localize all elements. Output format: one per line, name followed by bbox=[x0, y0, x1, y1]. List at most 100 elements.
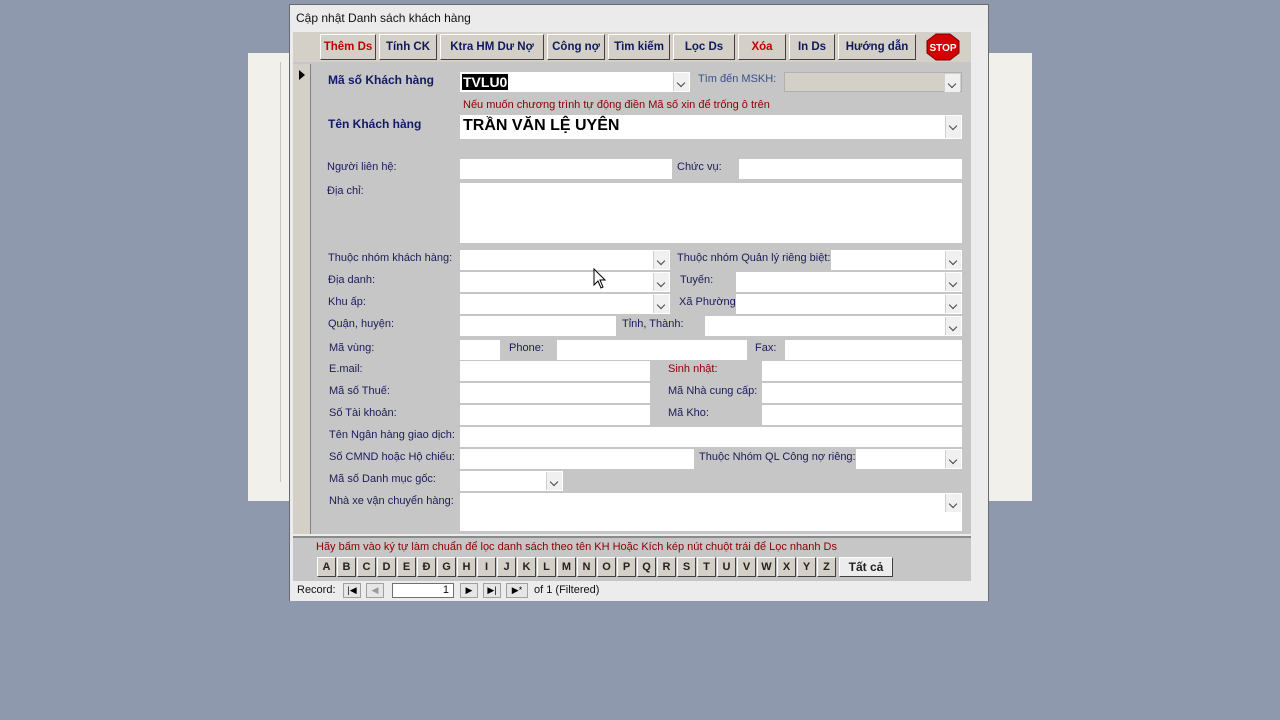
in-ds-button[interactable]: In Ds bbox=[789, 34, 835, 60]
dia-danh-combo[interactable] bbox=[460, 272, 670, 292]
chevron-down-icon[interactable] bbox=[653, 251, 669, 269]
record-label: Record: bbox=[297, 584, 336, 596]
them-ds-button[interactable]: Thêm Ds bbox=[320, 34, 376, 60]
letter-button-u[interactable]: U bbox=[717, 557, 736, 577]
letter-button-i[interactable]: I bbox=[477, 557, 496, 577]
ma-dm-goc-label: Mã số Danh mục gốc: bbox=[329, 473, 436, 485]
ten-kh-value: TRẦN VĂN LỆ UYÊN bbox=[463, 117, 620, 134]
chevron-down-icon[interactable] bbox=[546, 472, 562, 490]
letter-button-r[interactable]: R bbox=[657, 557, 676, 577]
letter-button-v[interactable]: V bbox=[737, 557, 756, 577]
khu-ap-label: Khu ấp: bbox=[328, 296, 366, 308]
letter-button-e[interactable]: E bbox=[397, 557, 416, 577]
letter-button-g[interactable]: G bbox=[437, 557, 456, 577]
nhom-cong-no-label: Thuộc Nhóm QL Công nợ riêng: bbox=[699, 451, 856, 463]
ten-kh-label: Tên Khách hàng bbox=[328, 117, 422, 131]
tinh-ck-button[interactable]: Tính CK bbox=[379, 34, 437, 60]
fax-label: Fax: bbox=[755, 342, 777, 354]
dia-danh-label: Địa danh: bbox=[328, 274, 376, 286]
chevron-down-icon[interactable] bbox=[673, 73, 689, 91]
letter-button-k[interactable]: K bbox=[517, 557, 536, 577]
letter-button-t[interactable]: T bbox=[697, 557, 716, 577]
ten-kh-combo[interactable]: TRẦN VĂN LỆ UYÊN bbox=[460, 115, 962, 139]
letter-button-a[interactable]: A bbox=[317, 557, 336, 577]
letter-button-c[interactable]: C bbox=[357, 557, 376, 577]
tim-kiem-button[interactable]: Tìm kiếm bbox=[608, 34, 670, 60]
ma-dm-goc-combo[interactable] bbox=[460, 471, 563, 491]
chevron-down-icon[interactable] bbox=[945, 494, 961, 512]
letter-button-p[interactable]: P bbox=[617, 557, 636, 577]
letter-button-q[interactable]: Q bbox=[637, 557, 656, 577]
letter-button-b[interactable]: B bbox=[337, 557, 356, 577]
ngan-hang-field[interactable] bbox=[460, 427, 962, 447]
letter-button-d[interactable]: D bbox=[377, 557, 396, 577]
letter-button-dd[interactable]: Đ bbox=[417, 557, 436, 577]
ktra-hm-du-no-button[interactable]: Ktra HM Dư Nợ bbox=[440, 34, 544, 60]
nguoi-lien-he-field[interactable] bbox=[460, 159, 672, 179]
chuc-vu-field[interactable] bbox=[739, 159, 962, 179]
chevron-down-icon[interactable] bbox=[945, 116, 961, 138]
tinh-thanh-combo[interactable] bbox=[705, 316, 962, 336]
tuyen-combo[interactable] bbox=[736, 272, 962, 292]
chevron-down-icon[interactable] bbox=[945, 251, 961, 269]
ma-ncc-label: Mã Nhà cung cấp: bbox=[668, 385, 758, 397]
khu-ap-combo[interactable] bbox=[460, 294, 670, 314]
so-tk-label: Số Tài khoản: bbox=[329, 407, 397, 419]
xa-phuong-combo[interactable] bbox=[736, 294, 962, 314]
letter-button-m[interactable]: M bbox=[557, 557, 576, 577]
phone-field[interactable] bbox=[557, 340, 747, 360]
huong-dan-button[interactable]: Hướng dẫn bbox=[838, 34, 916, 60]
first-record-icon[interactable]: |◀ bbox=[343, 583, 361, 598]
nhom-cong-no-combo[interactable] bbox=[856, 449, 962, 469]
letter-button-o[interactable]: O bbox=[597, 557, 616, 577]
letter-button-n[interactable]: N bbox=[577, 557, 596, 577]
chevron-down-icon[interactable] bbox=[653, 273, 669, 291]
chevron-down-icon[interactable] bbox=[945, 273, 961, 291]
loc-ds-button[interactable]: Lọc Ds bbox=[673, 34, 735, 60]
letter-button-l[interactable]: L bbox=[537, 557, 556, 577]
tim-den-combo[interactable] bbox=[784, 72, 962, 92]
ma-so-kh-label: Mã số Khách hàng bbox=[328, 73, 435, 87]
previous-record-icon[interactable]: ◀ bbox=[366, 583, 384, 598]
new-record-icon[interactable]: ▶* bbox=[506, 583, 528, 598]
quan-huyen-field[interactable] bbox=[460, 316, 616, 336]
chevron-down-icon[interactable] bbox=[945, 450, 961, 468]
letter-button-h[interactable]: H bbox=[457, 557, 476, 577]
ma-so-thue-field[interactable] bbox=[460, 383, 650, 403]
all-letters-button[interactable]: Tất cả bbox=[839, 557, 893, 577]
chevron-down-icon[interactable] bbox=[945, 317, 961, 335]
so-tk-field[interactable] bbox=[460, 405, 650, 425]
ma-vung-field[interactable] bbox=[460, 340, 500, 360]
dia-chi-field[interactable] bbox=[460, 183, 962, 243]
cmnd-label: Số CMND hoặc Hộ chiếu: bbox=[329, 451, 455, 463]
chevron-down-icon[interactable] bbox=[653, 295, 669, 313]
chevron-down-icon[interactable] bbox=[945, 295, 961, 313]
ma-ncc-field[interactable] bbox=[762, 383, 962, 403]
nhom-ql-combo[interactable] bbox=[831, 250, 962, 270]
cong-no-button[interactable]: Công nợ bbox=[547, 34, 605, 60]
last-record-icon[interactable]: ▶| bbox=[483, 583, 501, 598]
ma-kho-field[interactable] bbox=[762, 405, 962, 425]
sinh-nhat-field[interactable] bbox=[762, 361, 962, 381]
ma-so-kh-combo[interactable]: TVLU0 bbox=[460, 72, 690, 92]
fax-field[interactable] bbox=[785, 340, 962, 360]
next-record-icon[interactable]: ▶ bbox=[460, 583, 478, 598]
letter-button-w[interactable]: W bbox=[757, 557, 776, 577]
letter-button-s[interactable]: S bbox=[677, 557, 696, 577]
chevron-down-icon[interactable] bbox=[944, 74, 960, 92]
cmnd-field[interactable] bbox=[460, 449, 694, 469]
record-selector[interactable] bbox=[293, 64, 311, 534]
current-record-arrow-icon bbox=[299, 70, 305, 80]
nha-xe-combo[interactable] bbox=[460, 493, 962, 531]
email-field[interactable] bbox=[460, 361, 650, 381]
record-number-input[interactable]: 1 bbox=[392, 583, 454, 598]
letter-button-j[interactable]: J bbox=[497, 557, 516, 577]
stop-icon[interactable]: STOP bbox=[925, 33, 961, 61]
nhom-kh-combo[interactable] bbox=[460, 250, 670, 270]
xoa-button[interactable]: Xóa bbox=[738, 34, 786, 60]
letter-button-y[interactable]: Y bbox=[797, 557, 816, 577]
tinh-thanh-label: Tỉnh, Thành: bbox=[622, 318, 684, 330]
letter-button-z[interactable]: Z bbox=[817, 557, 836, 577]
dia-chi-label: Địa chỉ: bbox=[327, 185, 364, 197]
letter-button-x[interactable]: X bbox=[777, 557, 796, 577]
